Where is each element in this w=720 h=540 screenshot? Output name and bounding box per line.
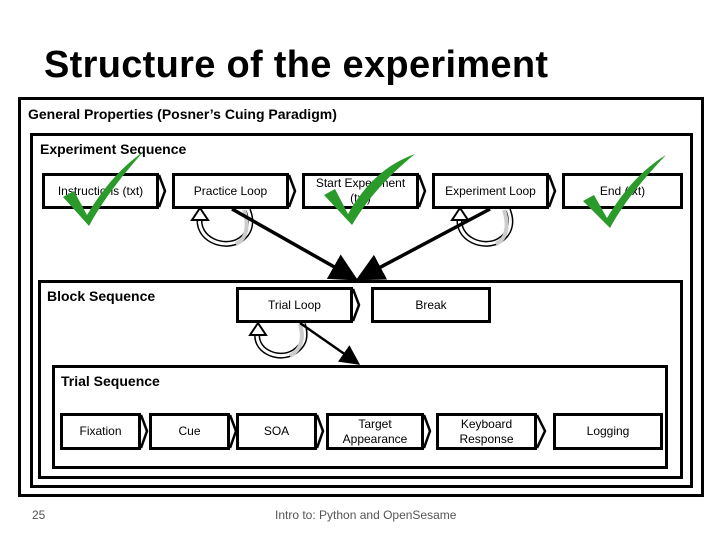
node-label: Cue <box>178 424 201 438</box>
node-label: End (txt) <box>599 183 646 198</box>
node-end[interactable]: End (txt) <box>562 173 683 209</box>
node-experiment-loop[interactable]: Experiment Loop <box>432 173 549 209</box>
node-fixation[interactable]: Fixation <box>60 413 141 450</box>
node-label: Break <box>415 297 447 312</box>
node-practice-loop[interactable]: Practice Loop <box>172 173 289 209</box>
node-cue[interactable]: Cue <box>149 413 230 450</box>
node-start-experiment[interactable]: Start Experiment (txt) <box>302 173 419 209</box>
node-keyboard-response[interactable]: Keyboard Response <box>436 413 537 450</box>
node-label: Experiment Loop <box>445 183 536 198</box>
node-instructions[interactable]: Instructions (txt) <box>42 173 159 209</box>
node-label: SOA <box>263 424 290 438</box>
page-number: 25 <box>32 508 46 522</box>
node-label: Trial Loop <box>268 297 321 312</box>
node-label: Logging <box>586 424 630 438</box>
node-label: Start Experiment (txt) <box>315 176 406 205</box>
node-trial-loop[interactable]: Trial Loop <box>236 287 353 323</box>
node-soa[interactable]: SOA <box>236 413 317 450</box>
node-label: Instructions (txt) <box>57 183 144 198</box>
node-label: Fixation <box>79 424 122 438</box>
general-properties-label: General Properties (Posner’s Cuing Parad… <box>28 106 337 122</box>
slide-title: Structure of the experiment <box>44 44 549 86</box>
node-label: Target Appearance <box>342 416 408 446</box>
node-label: Practice Loop <box>193 183 268 198</box>
node-break[interactable]: Break <box>371 287 491 323</box>
node-target-appearance[interactable]: Target Appearance <box>326 413 424 450</box>
experiment-sequence-label: Experiment Sequence <box>40 141 187 157</box>
node-label: Keyboard Response <box>459 416 514 446</box>
block-sequence-label: Block Sequence <box>47 288 156 304</box>
node-logging[interactable]: Logging <box>553 413 663 450</box>
trial-sequence-label: Trial Sequence <box>61 373 160 389</box>
footer-text: Intro to: Python and OpenSesame <box>275 508 457 522</box>
